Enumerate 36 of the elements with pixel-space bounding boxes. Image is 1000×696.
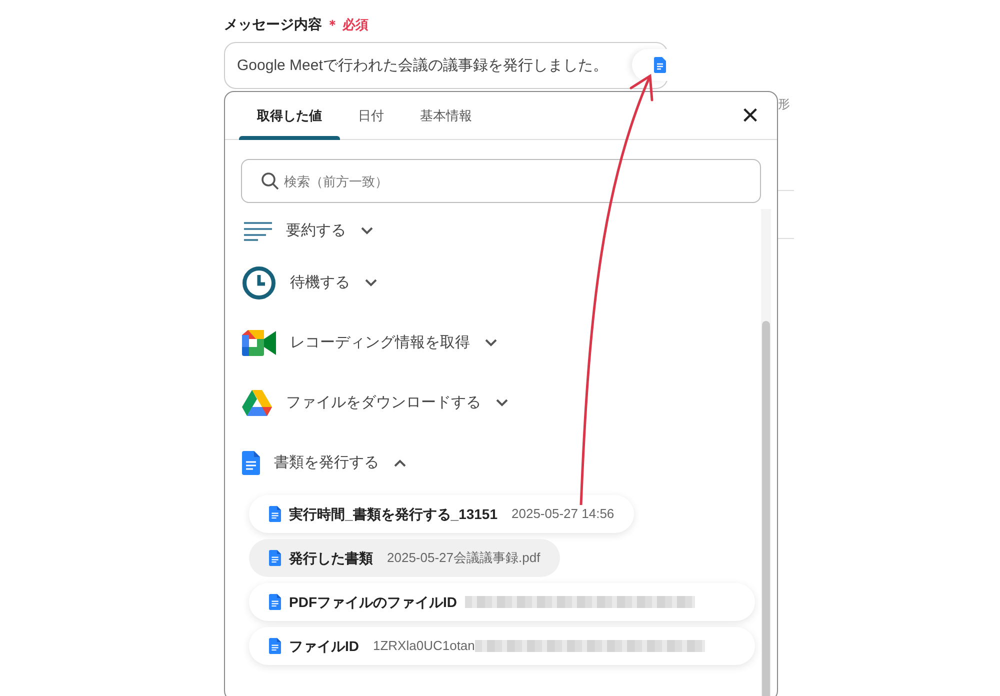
document-icon xyxy=(269,506,281,522)
clock-icon xyxy=(242,266,276,300)
value-chip[interactable]: 発行した書類 2025-05-27会議議事録.pdf xyxy=(249,539,560,577)
value-chip[interactable]: PDFファイルのファイルID xyxy=(249,583,755,621)
value-label: 発行した書類 xyxy=(289,548,373,568)
tab[interactable]: 日付 xyxy=(340,92,402,140)
close-button[interactable]: × xyxy=(737,100,763,130)
step-group-header[interactable]: レコーディング情報を取得 xyxy=(225,313,761,373)
step-group-header[interactable]: ファイルをダウンロードする xyxy=(225,373,761,433)
value-label: PDFファイルのファイルID xyxy=(289,592,457,612)
tab[interactable]: 基本情報 xyxy=(402,92,490,140)
field-label: メッセージ内容 xyxy=(224,16,322,32)
side-text: 形 xyxy=(778,96,791,113)
value-text: 2025-05-27 14:56 xyxy=(512,505,614,524)
video-camera-icon xyxy=(242,330,276,356)
required-label: ＊ 必須 xyxy=(326,17,369,32)
document-icon xyxy=(654,57,666,73)
step-group-header[interactable]: 要約する xyxy=(225,209,761,253)
value-text: 2025-05-27会議議事録.pdf xyxy=(387,549,540,568)
value-chip[interactable]: ファイルID 1ZRXla0UC1otan xyxy=(249,627,755,665)
scrollbar[interactable] xyxy=(761,209,771,696)
document-icon xyxy=(242,451,260,475)
step-group-header[interactable]: 待機する xyxy=(225,253,761,313)
document-icon xyxy=(269,550,281,566)
document-icon xyxy=(269,594,281,610)
step-group-header[interactable]: 書類を発行する xyxy=(225,433,761,493)
value-text: 1ZRXla0UC1otan xyxy=(373,637,475,656)
value-chip[interactable]: 実行時間_書類を発行する_13151 2025-05-27 14:56 xyxy=(249,495,634,533)
triangle-icon xyxy=(242,390,272,416)
value-label: 実行時間_書類を発行する_13151 xyxy=(289,504,498,524)
search-field[interactable]: 検索（前方一致） xyxy=(241,159,761,203)
value-label: ファイルID xyxy=(289,636,359,656)
message-field[interactable]: Google Meetで行われた会議の議事録を発行しました。 xyxy=(224,42,668,89)
tab[interactable]: 取得した値 xyxy=(239,92,340,140)
lines-icon xyxy=(242,221,272,241)
document-icon xyxy=(269,638,281,654)
